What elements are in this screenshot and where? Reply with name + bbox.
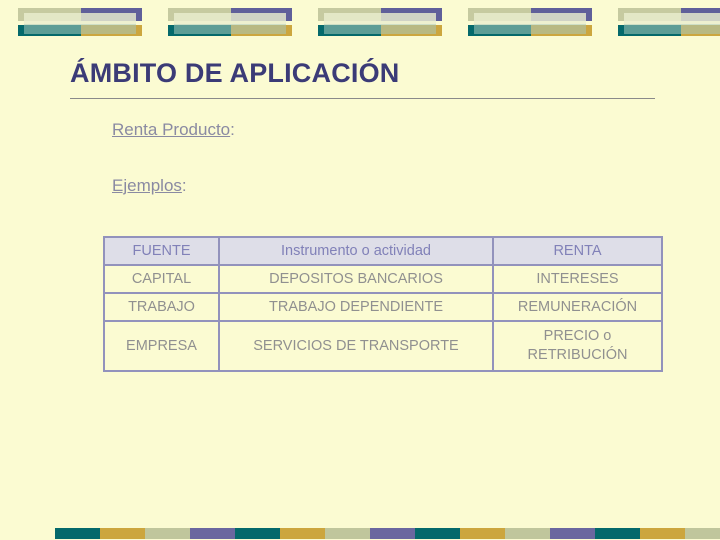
table-cell-fuente: TRABAJO (103, 292, 220, 322)
decor-overlay-lower (324, 24, 436, 34)
subtitle-renta-producto-colon: : (230, 120, 235, 139)
decor-rect-right (100, 528, 145, 539)
table-row: CAPITAL DEPOSITOS BANCARIOS INTERESES (103, 264, 663, 294)
table-cell-fuente: CAPITAL (103, 264, 220, 294)
decor-overlay-upper (474, 13, 586, 24)
table-cell-instrumento: DEPOSITOS BANCARIOS (218, 264, 494, 294)
decor-rect-left (145, 528, 190, 539)
decor-rect-right (640, 528, 685, 539)
subtitle-ejemplos-text: Ejemplos (112, 176, 182, 195)
subtitle-renta-producto-text: Renta Producto (112, 120, 231, 139)
top-decor-block (168, 8, 292, 36)
subtitle-ejemplos: Ejemplos: (112, 176, 187, 196)
table-header-renta: RENTA (492, 236, 663, 266)
top-decor-block (18, 8, 142, 36)
decor-overlay-upper (24, 13, 136, 24)
decor-rect-left (415, 528, 460, 539)
top-decor-block (618, 8, 720, 36)
table-cell-instrumento: SERVICIOS DE TRANSPORTE (218, 320, 494, 372)
decor-rect-left (235, 528, 280, 539)
decor-rect-right (550, 528, 595, 539)
examples-table-container: FUENTE Instrumento o actividad RENTA CAP… (103, 236, 663, 372)
table-cell-renta: REMUNERACIÓN (492, 292, 663, 322)
decor-rect-right (280, 528, 325, 539)
bottom-decor-block (505, 528, 595, 539)
examples-table: FUENTE Instrumento o actividad RENTA CAP… (103, 236, 663, 372)
table-header-row: FUENTE Instrumento o actividad RENTA (103, 236, 663, 266)
table-header-instrumento: Instrumento o actividad (218, 236, 494, 266)
bottom-decor-block (145, 528, 235, 539)
decor-rect-left (55, 528, 100, 539)
decor-overlay-lower (24, 24, 136, 34)
top-decor-block (468, 8, 592, 36)
top-decorative-band (0, 0, 720, 44)
decor-rect-right (190, 528, 235, 539)
title-divider (70, 98, 655, 99)
bottom-decor-block (325, 528, 415, 539)
decor-rect-left (595, 528, 640, 539)
bottom-decor-block (595, 528, 685, 539)
table-cell-renta: INTERESES (492, 264, 663, 294)
decor-overlay-upper (624, 13, 720, 24)
bottom-decor-block (55, 528, 145, 539)
decor-rect-left (685, 528, 720, 539)
decor-overlay-upper (324, 13, 436, 24)
bottom-decor-block (415, 528, 505, 539)
page-title: ÁMBITO DE APLICACIÓN (70, 58, 400, 88)
decor-rect-right (460, 528, 505, 539)
table-row: EMPRESA SERVICIOS DE TRANSPORTE PRECIO o R… (103, 320, 663, 372)
decor-rect-left (325, 528, 370, 539)
subtitle-renta-producto: Renta Producto: (112, 120, 235, 140)
table-row: TRABAJO TRABAJO DEPENDIENTE REMUNERACIÓN (103, 292, 663, 322)
decor-overlay-lower (474, 24, 586, 34)
decor-rect-right (370, 528, 415, 539)
bottom-decorative-band (0, 522, 720, 540)
decor-rect-left (505, 528, 550, 539)
bottom-decor-block (235, 528, 325, 539)
table-header: FUENTE Instrumento o actividad RENTA (103, 236, 663, 266)
table-header-fuente: FUENTE (103, 236, 220, 266)
decor-overlay-lower (624, 24, 720, 34)
bottom-decor-block (685, 528, 720, 539)
decor-overlay-lower (174, 24, 286, 34)
table-cell-instrumento: TRABAJO DEPENDIENTE (218, 292, 494, 322)
decor-overlay-upper (174, 13, 286, 24)
table-cell-renta: PRECIO o RETRIBUCIÓN (492, 320, 663, 372)
table-cell-fuente: EMPRESA (103, 320, 220, 372)
top-decor-block (318, 8, 442, 36)
subtitle-ejemplos-colon: : (181, 176, 187, 195)
table-body: CAPITAL DEPOSITOS BANCARIOS INTERESES TRABA… (103, 264, 663, 372)
